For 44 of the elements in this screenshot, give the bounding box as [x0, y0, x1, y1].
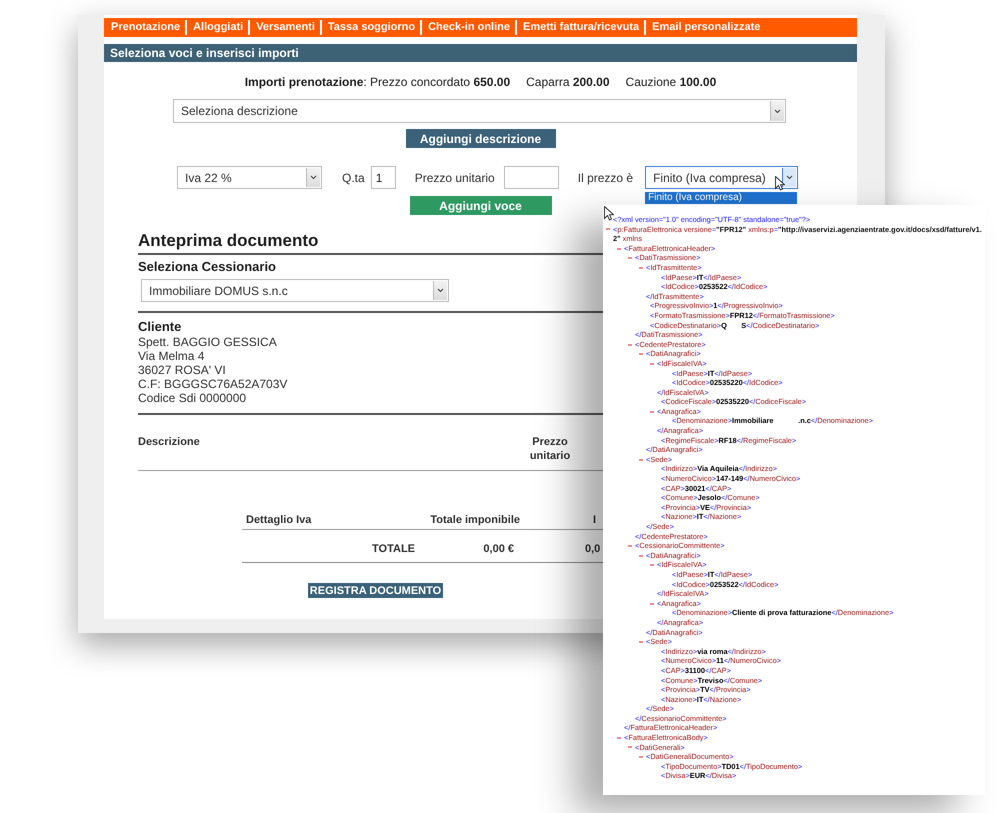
- table-cell: TOTALE: [372, 542, 415, 556]
- nav-link[interactable]: Alloggiati: [185, 20, 248, 35]
- chevron-down-icon: [774, 108, 781, 114]
- unit-price-field[interactable]: [504, 166, 559, 189]
- table-cell-text: 0,0: [585, 542, 602, 556]
- nav-link[interactable]: Prenotazione: [104, 20, 186, 35]
- client-detail: Spett. BAGGIO GESSICA: [138, 335, 277, 349]
- chevron-down-icon: [310, 175, 317, 180]
- amount-text: Cauzione 100.00: [626, 74, 716, 90]
- unit-price-label: Prezzo unitario: [414, 170, 495, 184]
- document-preview-title: Anteprima documento: [138, 231, 318, 251]
- client-detail: C.F: BGGGSC76A52A703V: [138, 377, 288, 391]
- table-cell-text: 0,00 €: [482, 542, 514, 556]
- qty-label: Q.ta: [342, 170, 365, 184]
- nav-link[interactable]: Email personalizzate: [644, 20, 766, 35]
- mouse-cursor-icon: [775, 176, 785, 191]
- price-type-label: Il prezzo è: [578, 170, 634, 184]
- amount-text: Importi prenotazione: Prezzo concordato 650.00: [244, 74, 510, 90]
- client-heading: Cliente: [138, 319, 182, 335]
- chevron-down-icon: [786, 175, 794, 180]
- amount-text: Caparra 200.00: [526, 74, 610, 90]
- description-dropdown[interactable]: Seleziona descrizione: [173, 99, 786, 123]
- add-item-button[interactable]: Aggiungi voce: [410, 196, 552, 215]
- nav-link[interactable]: Versamenti: [248, 20, 320, 35]
- price-type-dropdown[interactable]: Finito (Iva compresa): [645, 166, 798, 189]
- column-header: Prezzo unitario: [528, 435, 572, 464]
- column-header: I: [593, 513, 598, 527]
- qty-field[interactable]: 1: [370, 166, 396, 189]
- client-detail: Via Melma 4: [138, 349, 204, 363]
- client-detail: 36027 ROSA' VI: [138, 363, 226, 377]
- cessionario-label: Seleziona Cessionario: [138, 259, 276, 275]
- add-description-button[interactable]: Aggiungi descrizione: [406, 129, 556, 148]
- client-detail: Codice Sdi 0000000: [138, 391, 246, 405]
- vat-dropdown[interactable]: Iva 22 %: [177, 166, 322, 189]
- nav-link[interactable]: Check-in online: [420, 20, 515, 35]
- column-header: Descrizione: [138, 435, 201, 450]
- nav-link[interactable]: Tassa soggiorno: [320, 20, 420, 35]
- register-document-button[interactable]: REGISTRA DOCUMENTO: [308, 583, 443, 598]
- section-header: Seleziona voci e inserisci importi: [104, 44, 857, 62]
- cessionario-dropdown[interactable]: Immobiliare DOMUS s.n.c: [141, 279, 449, 302]
- nav-link[interactable]: Emetti fattura/ricevuta: [515, 20, 644, 35]
- column-header: Dettaglio Iva: [246, 513, 312, 527]
- chevron-down-icon: [437, 288, 444, 293]
- column-header: Totale imponibile: [429, 513, 520, 527]
